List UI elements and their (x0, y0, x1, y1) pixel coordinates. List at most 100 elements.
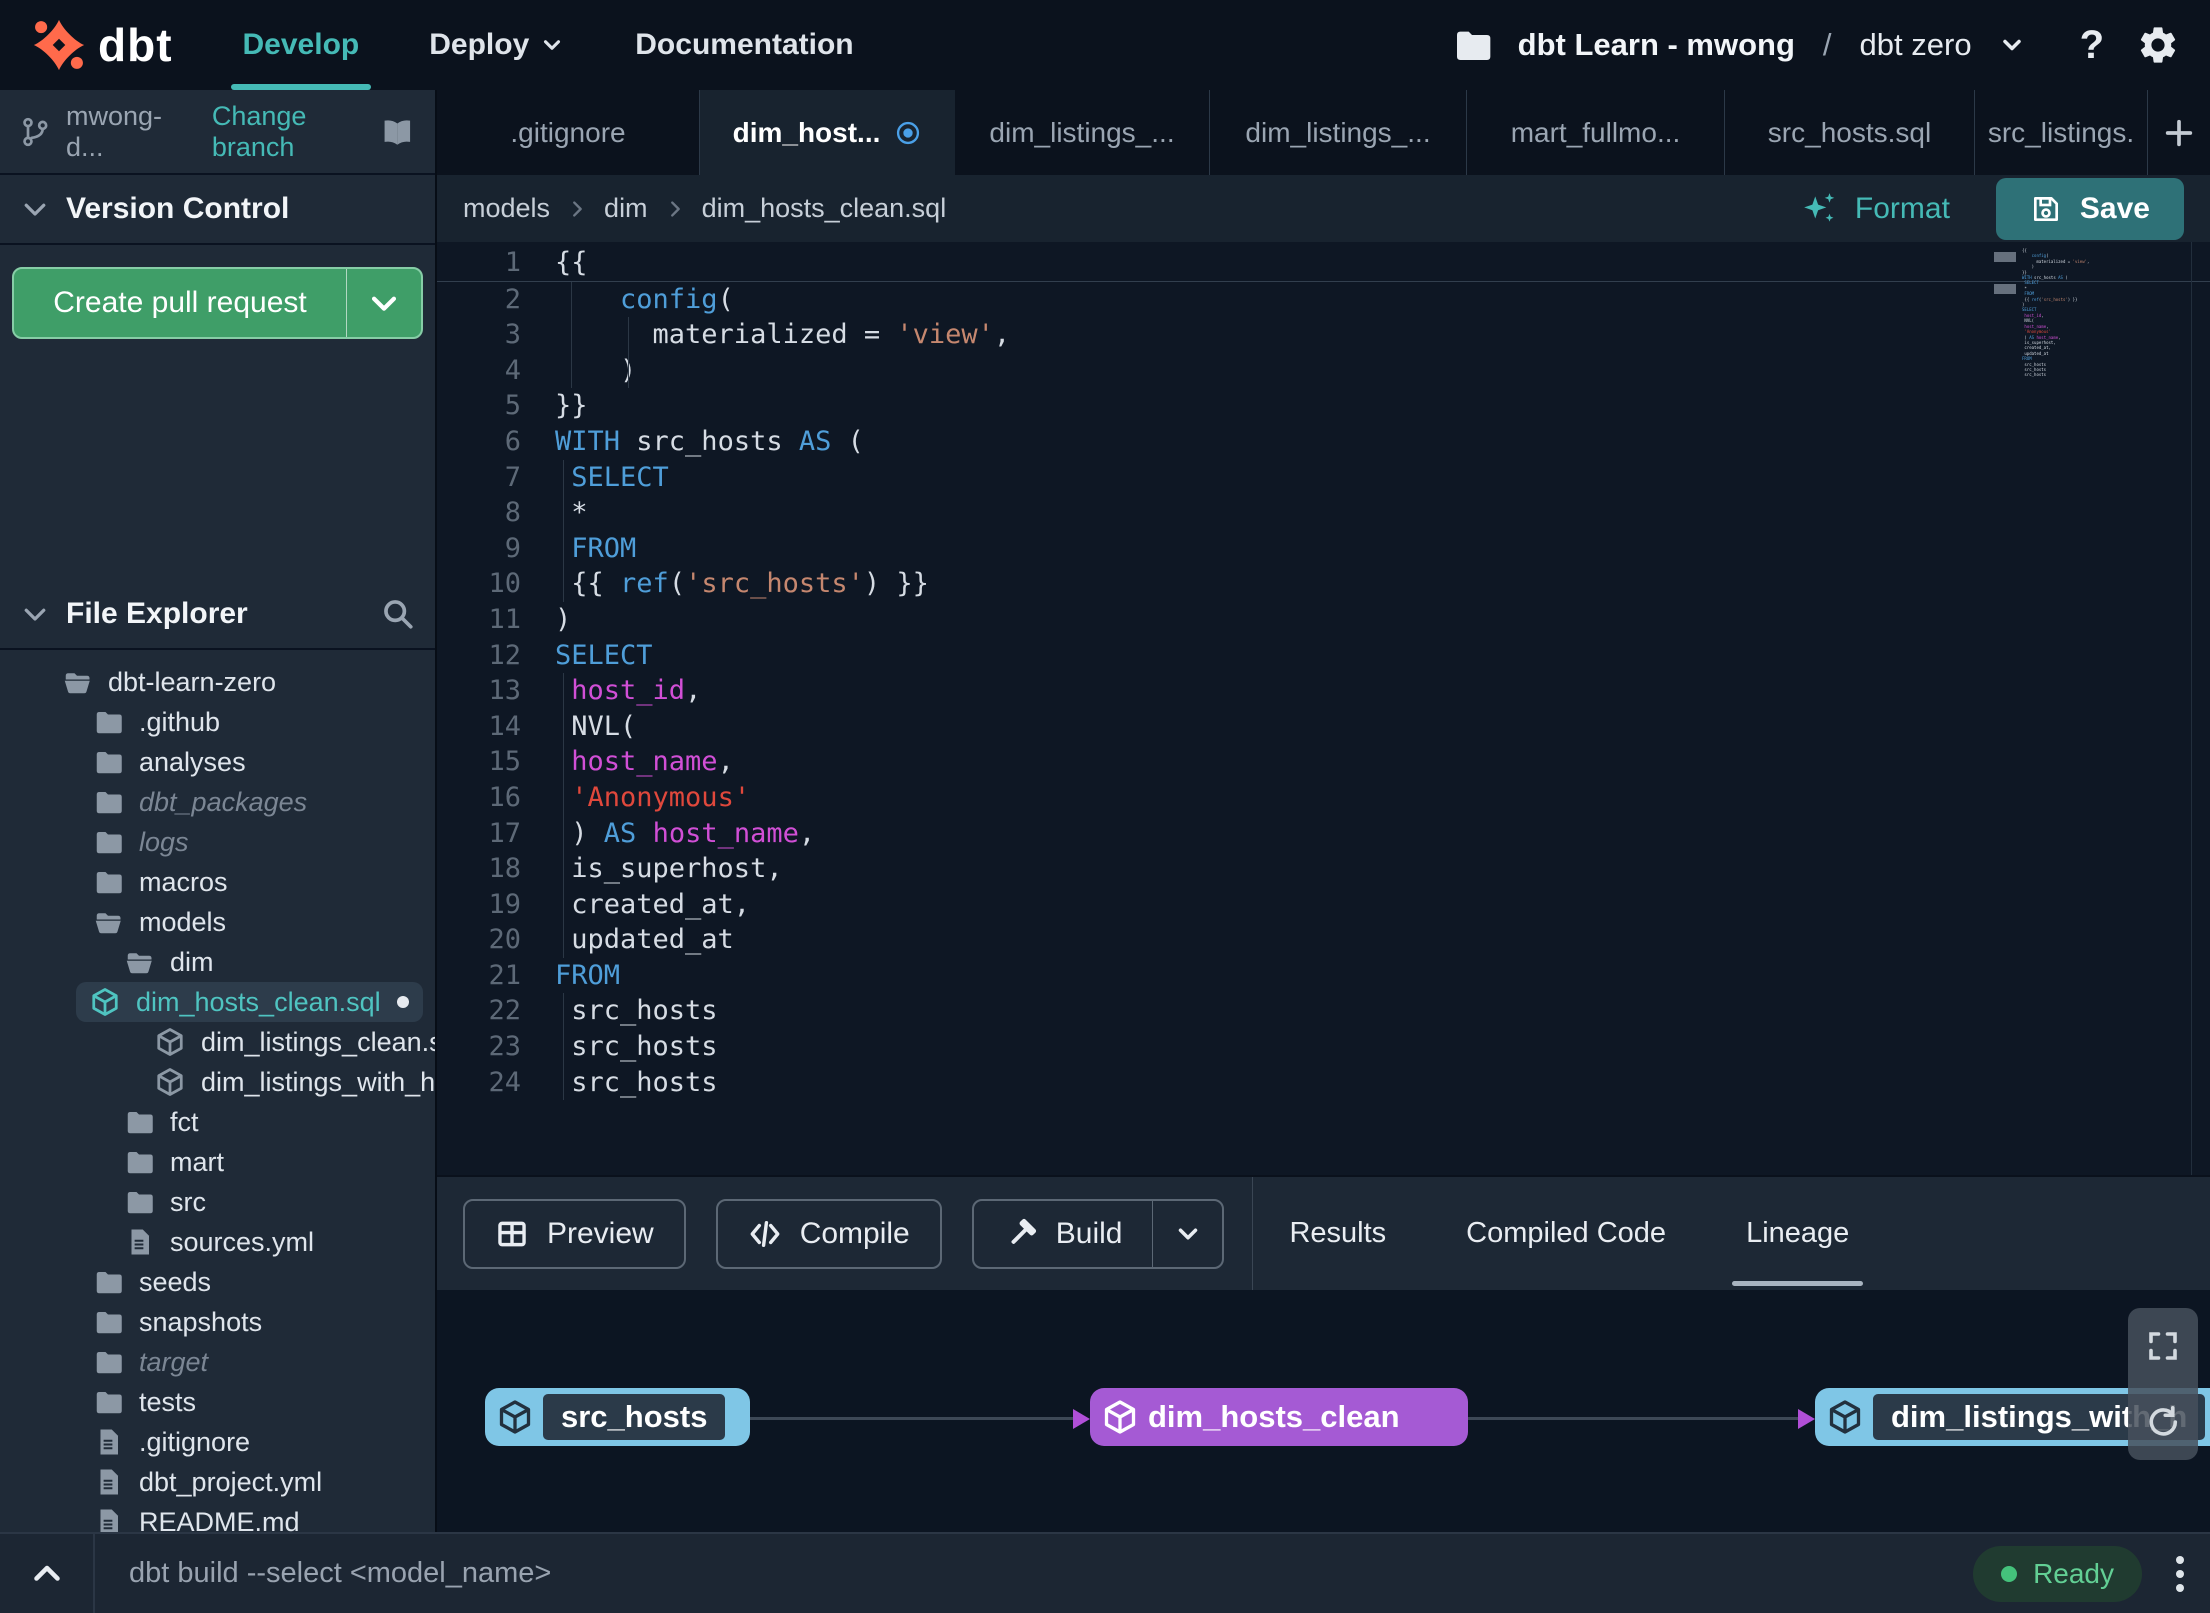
lineage-node-dim_hosts_clean[interactable]: dim_hosts_clean (1090, 1388, 1468, 1446)
file-tree-item-readme-md[interactable]: README.md (0, 1502, 435, 1532)
file-tree-item-fct[interactable]: fct (0, 1102, 435, 1142)
search-icon[interactable] (381, 597, 415, 631)
command-input[interactable]: dbt build --select <model_name> (129, 1557, 551, 1590)
change-branch-link[interactable]: Change branch (212, 101, 380, 163)
project-account[interactable]: dbt Learn - mwong (1518, 27, 1795, 63)
preview-button[interactable]: Preview (463, 1198, 686, 1269)
lineage-node-src_hosts[interactable]: src_hosts (485, 1388, 750, 1446)
create-pull-request-caret[interactable] (347, 269, 421, 337)
dbt-logo[interactable] (30, 16, 88, 74)
code-line-23: 23 src_hosts (437, 1029, 2210, 1065)
file-tree-item-macros[interactable]: macros (0, 862, 435, 902)
nav-item-documentation[interactable]: Documentation (635, 0, 853, 90)
code-line-2: 2 config( (437, 281, 2210, 318)
file-tree-item-dbt-learn-zero[interactable]: dbt-learn-zero (0, 662, 435, 702)
file-explorer-header[interactable]: File Explorer (0, 580, 435, 650)
version-control-header[interactable]: Version Control (0, 175, 435, 245)
save-button[interactable]: Save (1995, 177, 2184, 240)
chevron-down-icon (1173, 1219, 1203, 1249)
file-tree-item-dbt-project-yml[interactable]: dbt_project.yml (0, 1462, 435, 1502)
editor-tab-src-listings-[interactable]: src_listings. (1975, 90, 2148, 175)
file-tree-item-seeds[interactable]: seeds (0, 1262, 435, 1302)
docs-book-icon[interactable] (380, 115, 415, 149)
branch-name: mwong-d... (66, 100, 163, 162)
nav-item-develop[interactable]: Develop (230, 0, 371, 90)
tab-label: dim_listings_... (989, 116, 1175, 148)
build-dropdown-caret[interactable] (1152, 1200, 1222, 1267)
format-button[interactable]: Format (1801, 190, 1950, 228)
project-name[interactable]: dbt zero (1860, 27, 1972, 63)
file-tree-label: logs (139, 826, 189, 857)
file-tree-item-dim-listings-clean-sql[interactable]: dim_listings_clean.sql (0, 1022, 435, 1062)
cube-icon (155, 1027, 185, 1057)
compile-button[interactable]: Compile (715, 1198, 942, 1269)
cube-icon (1102, 1399, 1138, 1435)
file-tree-item--gitignore[interactable]: .gitignore (0, 1422, 435, 1462)
file-tree-item-sources-yml[interactable]: sources.yml (0, 1222, 435, 1262)
modified-dot-icon (894, 119, 922, 147)
code-editor[interactable]: 1{{2 config(3 materialized = 'view', 4 ) 5… (437, 242, 2210, 1175)
folder-icon (93, 747, 123, 777)
create-pull-request-button[interactable]: Create pull request (12, 267, 423, 339)
lineage-canvas[interactable]: src_hosts dim_hosts_clean dim_listings_wit… (437, 1290, 2210, 1532)
file-tree-item-dim[interactable]: dim (0, 942, 435, 982)
save-floppy-icon (2030, 193, 2062, 225)
editor-tab-dim-host-[interactable]: dim_host... (700, 90, 955, 175)
unsaved-dot (397, 996, 409, 1008)
lineage-controls (2128, 1308, 2198, 1460)
file-tree-item-dim-listings-with-hosts-[interactable]: dim_listings_with_hosts... (0, 1062, 435, 1102)
build-button[interactable]: Build (971, 1198, 1225, 1269)
file-tree-item-mart[interactable]: mart (0, 1142, 435, 1182)
file-tree-item-logs[interactable]: logs (0, 822, 435, 862)
status-label: Ready (2033, 1557, 2114, 1589)
file-tree-item--github[interactable]: .github (0, 702, 435, 742)
file-tree-item-tests[interactable]: tests (0, 1382, 435, 1422)
line-number: 5 (504, 390, 521, 422)
file-tree-item-analyses[interactable]: analyses (0, 742, 435, 782)
project-chevron-down-icon[interactable] (1998, 31, 2026, 59)
line-number: 2 (504, 283, 521, 315)
file-tree-item-dbt-packages[interactable]: dbt_packages (0, 782, 435, 822)
new-tab-button[interactable] (2148, 90, 2210, 175)
breadcrumb-item[interactable]: dim (604, 193, 648, 224)
lineage-node-label: dim_hosts_clean (1148, 1399, 1400, 1434)
panel-tab-lineage[interactable]: Lineage (1732, 1177, 1864, 1290)
kebab-menu[interactable] (2172, 1552, 2188, 1596)
file-tree-label: target (139, 1346, 209, 1377)
help-icon[interactable]: ? (2080, 23, 2104, 68)
code-line-4: 4 ) (437, 352, 2210, 389)
breadcrumb-item[interactable]: models (463, 193, 550, 224)
editor-tab-dim-listings-[interactable]: dim_listings_... (1210, 90, 1467, 175)
toolbar-divider (1252, 1177, 1254, 1290)
file-tree-item-models[interactable]: models (0, 902, 435, 942)
file-tree-item-target[interactable]: target (0, 1342, 435, 1382)
line-number: 9 (504, 532, 521, 564)
file-tree-item-src[interactable]: src (0, 1182, 435, 1222)
refresh-icon[interactable] (2145, 1404, 2181, 1440)
nav-item-deploy[interactable]: Deploy (429, 0, 565, 90)
create-pull-request-label[interactable]: Create pull request (14, 269, 347, 337)
line-number: 16 (488, 781, 521, 813)
app-root: dbt Develop Deploy Documentation dbt Learn… (0, 0, 2210, 1613)
nav-item-label: Develop (242, 28, 360, 61)
folder-icon (93, 1307, 123, 1337)
nav-item-label: Deploy (429, 28, 530, 61)
editor-tab-src-hosts-sql[interactable]: src_hosts.sql (1725, 90, 1975, 175)
command-bar-toggle[interactable] (0, 1534, 95, 1613)
editor-tab--gitignore[interactable]: .gitignore (437, 90, 700, 175)
nav-item-label: Documentation (635, 28, 854, 61)
code-icon (748, 1217, 782, 1251)
gear-icon[interactable] (2136, 23, 2180, 67)
editor-tab-dim-listings-[interactable]: dim_listings_... (955, 90, 1210, 175)
minimap[interactable]: {{ config( materialized = 'view', )}} WIT… (1994, 246, 2184, 377)
panel-tab-results[interactable]: Results (1289, 1177, 1386, 1290)
breadcrumb-item[interactable]: dim_hosts_clean.sql (702, 193, 947, 224)
panel-tab-compiled-code[interactable]: Compiled Code (1466, 1177, 1666, 1290)
fullscreen-icon[interactable] (2145, 1328, 2181, 1364)
editor-tab-mart-fullmo-[interactable]: mart_fullmo... (1467, 90, 1725, 175)
file-tree-item-snapshots[interactable]: snapshots (0, 1302, 435, 1342)
file-tree-item-dim-hosts-clean-sql[interactable]: dim_hosts_clean.sql (76, 982, 423, 1022)
branch-row: mwong-d... Change branch (0, 90, 435, 175)
chevron-down-icon (20, 194, 50, 224)
file-tree-label: dim_listings_with_hosts... (201, 1066, 436, 1097)
